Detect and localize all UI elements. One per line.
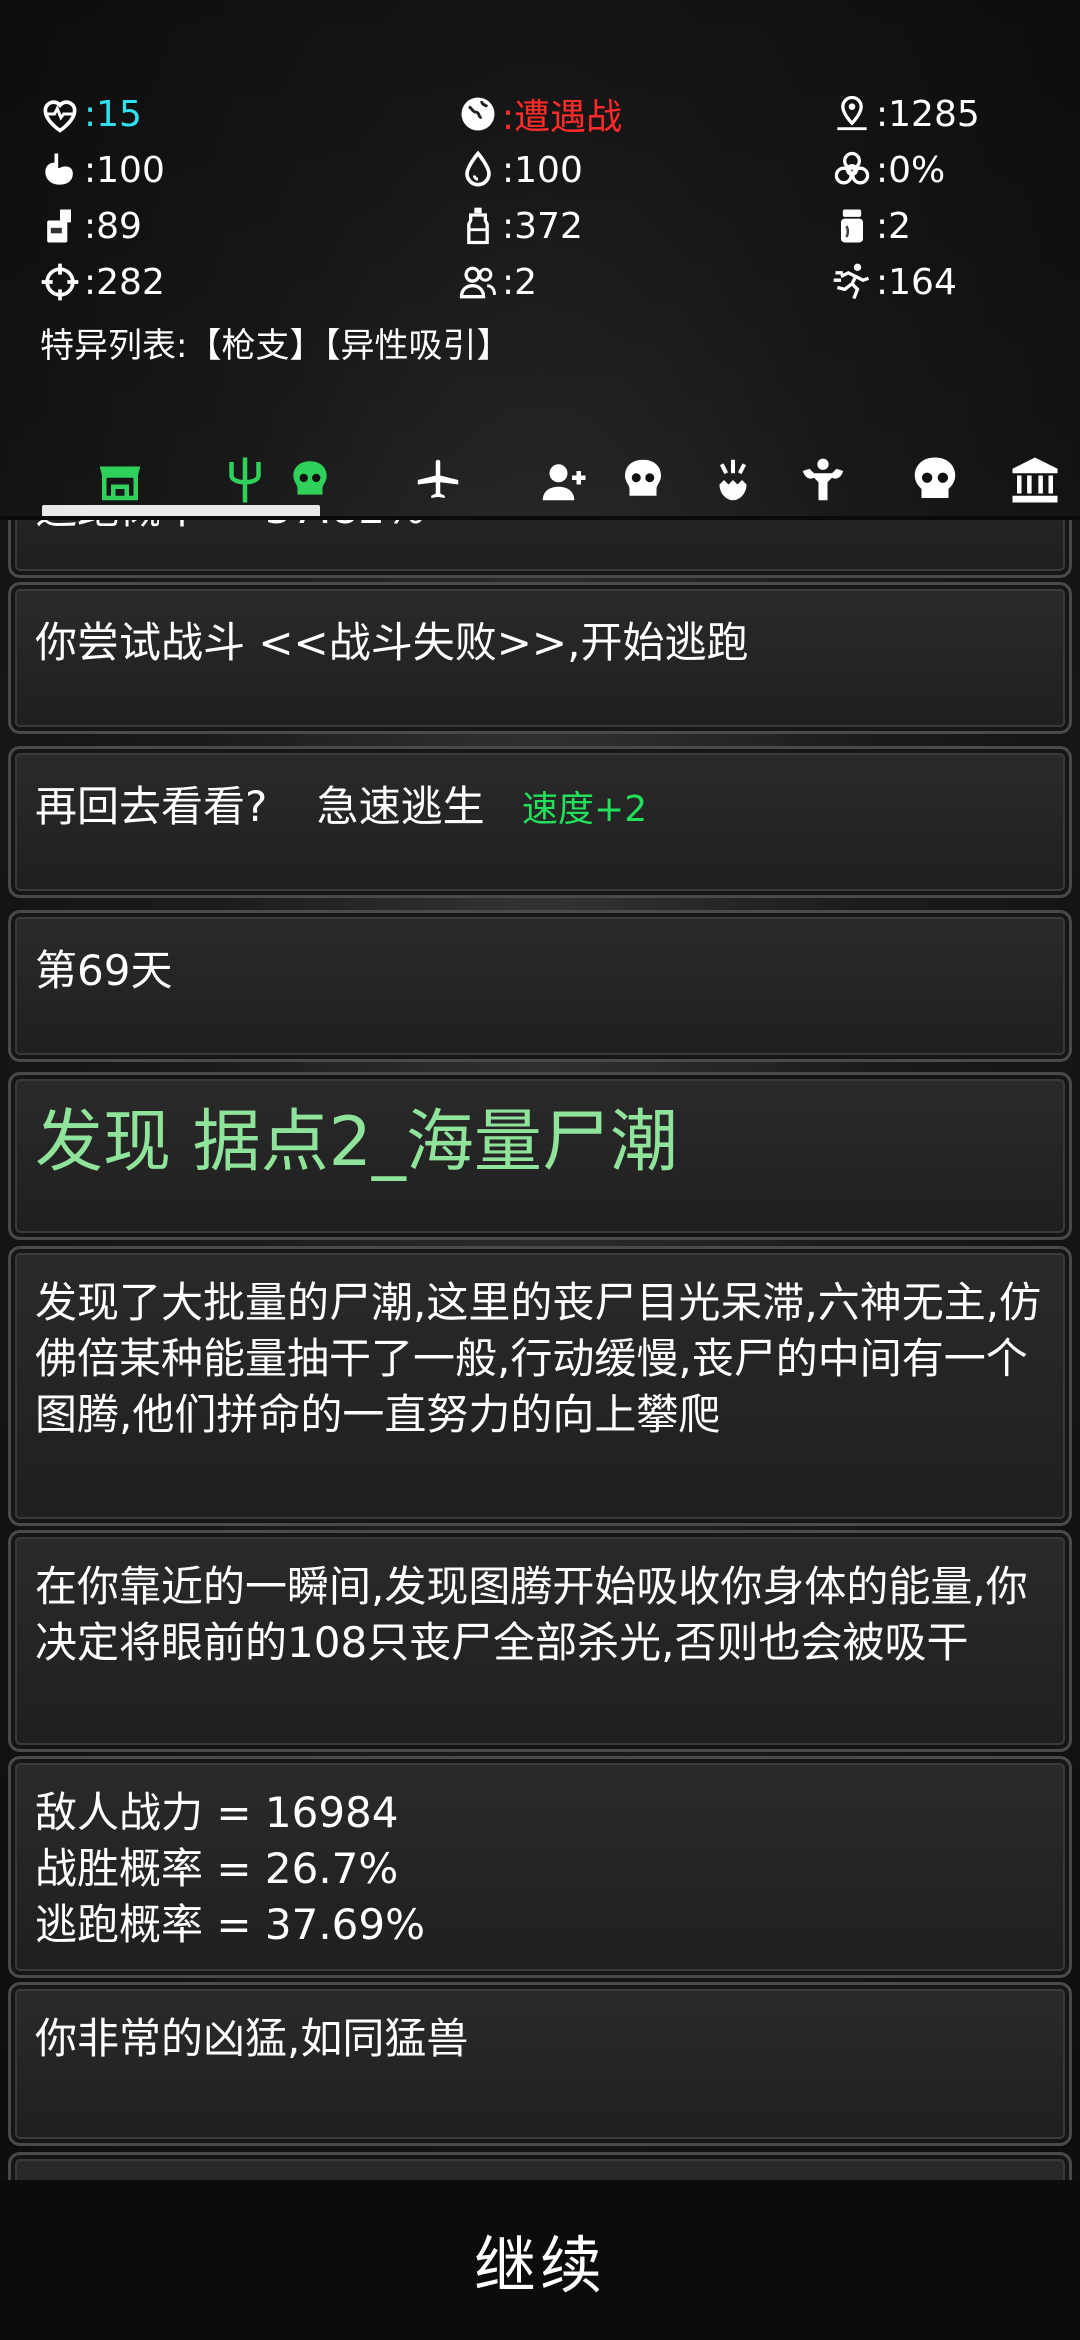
- battle-stats: 敌人战力 = 16984 战胜概率 = 26.7% 逃跑概率 = 37.69%: [35, 1785, 1045, 1953]
- tab-base[interactable]: [1000, 450, 1070, 510]
- log-card-partial: 逃跑概率 = 37.82%: [8, 520, 1072, 578]
- log-card-description: 发现了大批量的尸潮,这里的丧尸目光呆滞,六神无主,仿佛倍某种能量抽干了一般,行动…: [8, 1246, 1072, 1526]
- escape-rate: 逃跑概率 = 37.69%: [35, 1900, 426, 1949]
- people-icon: [459, 266, 496, 299]
- log-card-fight: 你尝试战斗 <<战斗失败>>,开始逃跑: [8, 582, 1072, 734]
- log-text: 你非常的凶猛,如同猛兽: [35, 2014, 469, 2063]
- power-hand-icon: [719, 459, 746, 501]
- log-card-encounter: 在你靠近的一瞬间,发现图腾开始吸收你身体的能量,你决定将眼前的108只丧尸全部杀…: [8, 1530, 1072, 1752]
- distance-value: :1285: [876, 93, 980, 135]
- water-value: :372: [502, 205, 583, 247]
- log-card-escape: 再回去看看? 急速逃生 速度+2: [8, 746, 1072, 898]
- medicine-value: :2: [876, 205, 912, 247]
- tab-boss[interactable]: [905, 450, 965, 510]
- retry-text: 再回去看看?: [35, 782, 268, 831]
- enemy-power: 敌人战力 = 16984: [35, 1788, 399, 1837]
- log-card-day: 第69天: [8, 910, 1072, 1062]
- thirst-value: :100: [502, 149, 583, 191]
- add-person-icon: [542, 464, 585, 501]
- skull-icon: [624, 459, 661, 496]
- stat-ammo: :282: [38, 256, 165, 308]
- food-can-icon: [47, 209, 71, 243]
- win-rate: 战胜概率 = 26.7%: [35, 1844, 399, 1893]
- stat-companions: :2: [456, 256, 537, 308]
- jar-icon: [841, 209, 863, 243]
- globe-icon: [461, 97, 495, 131]
- hunger-value: :100: [84, 149, 165, 191]
- muscle-icon: [802, 458, 843, 501]
- log-card-ferocity: 你非常的凶猛,如同猛兽: [8, 1982, 1072, 2146]
- tab-strength[interactable]: [790, 450, 855, 510]
- stat-thirst: :100: [456, 144, 583, 196]
- stomach-icon: [45, 153, 73, 185]
- stats-panel: :15 :遭遇战 :1285 :100 :100 :0% :89 :372 :2…: [0, 0, 1080, 520]
- infection-value: :0%: [876, 149, 946, 191]
- map-pin-icon: [837, 95, 867, 131]
- traits-list: 特异列表:【枪支】【异性吸引】: [40, 326, 511, 366]
- shop-icon: [99, 466, 141, 501]
- heart-pulse-icon: [43, 100, 77, 133]
- running-icon: [833, 263, 870, 300]
- skull-icon: [293, 461, 327, 495]
- stat-infection: :0%: [830, 144, 945, 196]
- stat-water: :372: [456, 200, 583, 252]
- health-value: :15: [84, 93, 142, 135]
- escape-option: 急速逃生: [316, 782, 485, 831]
- tab-enemies[interactable]: [615, 450, 670, 510]
- stat-event: :遭遇战: [456, 88, 622, 140]
- log-escape-line: 再回去看看? 急速逃生 速度+2: [35, 779, 1045, 838]
- stat-medicine: :2: [830, 200, 911, 252]
- biohazard-icon: [834, 151, 870, 185]
- log-card-title: 发现 据点2_海量尸潮: [8, 1072, 1072, 1240]
- stat-distance: :1285: [830, 88, 980, 140]
- tab-zombie[interactable]: [285, 450, 335, 510]
- tab-shop[interactable]: [90, 450, 150, 510]
- tab-weapons[interactable]: [215, 450, 275, 510]
- event-log[interactable]: 逃跑概率 = 37.82% 你尝试战斗 <<战斗失败>>,开始逃跑 再回去看看?…: [0, 520, 1080, 2180]
- skull-icon: [914, 457, 956, 498]
- water-bottle-icon: [467, 207, 489, 245]
- log-card-next: [8, 2152, 1072, 2180]
- stat-health: :15: [38, 88, 142, 140]
- crosshair-icon: [41, 263, 79, 301]
- speed-bonus: 速度+2: [522, 789, 648, 830]
- food-value: :89: [84, 205, 142, 247]
- water-drop-icon: [465, 150, 491, 187]
- stat-food: :89: [38, 200, 142, 252]
- log-text: 在你靠近的一瞬间,发现图腾开始吸收你身体的能量,你决定将眼前的108只丧尸全部杀…: [35, 1562, 1028, 1667]
- day-label: 第69天: [35, 946, 173, 995]
- tab-recruit[interactable]: [535, 450, 590, 510]
- ammo-value: :282: [84, 261, 165, 303]
- log-text: 你尝试战斗 <<战斗失败>>,开始逃跑: [35, 618, 749, 667]
- discovery-title: 发现 据点2_海量尸潮: [35, 1103, 678, 1182]
- log-text: 发现了大批量的尸潮,这里的丧尸目光呆滞,六神无主,仿佛倍某种能量抽干了一般,行动…: [35, 1278, 1042, 1439]
- tab-travel[interactable]: [408, 450, 468, 510]
- tab-skills[interactable]: [705, 450, 760, 510]
- continue-button[interactable]: 继续: [0, 2205, 1080, 2315]
- log-text: 逃跑概率 = 37.82%: [35, 520, 1045, 537]
- speed-value: :164: [876, 261, 957, 303]
- trident-icon: [229, 457, 261, 503]
- bank-icon: [1012, 457, 1058, 503]
- stat-hunger: :100: [38, 144, 165, 196]
- event-value: :遭遇战: [502, 97, 623, 138]
- log-card-battle-stats: 敌人战力 = 16984 战胜概率 = 26.7% 逃跑概率 = 37.69%: [8, 1756, 1072, 1978]
- stat-speed: :164: [830, 256, 957, 308]
- companions-value: :2: [502, 261, 538, 303]
- airplane-icon: [417, 459, 459, 498]
